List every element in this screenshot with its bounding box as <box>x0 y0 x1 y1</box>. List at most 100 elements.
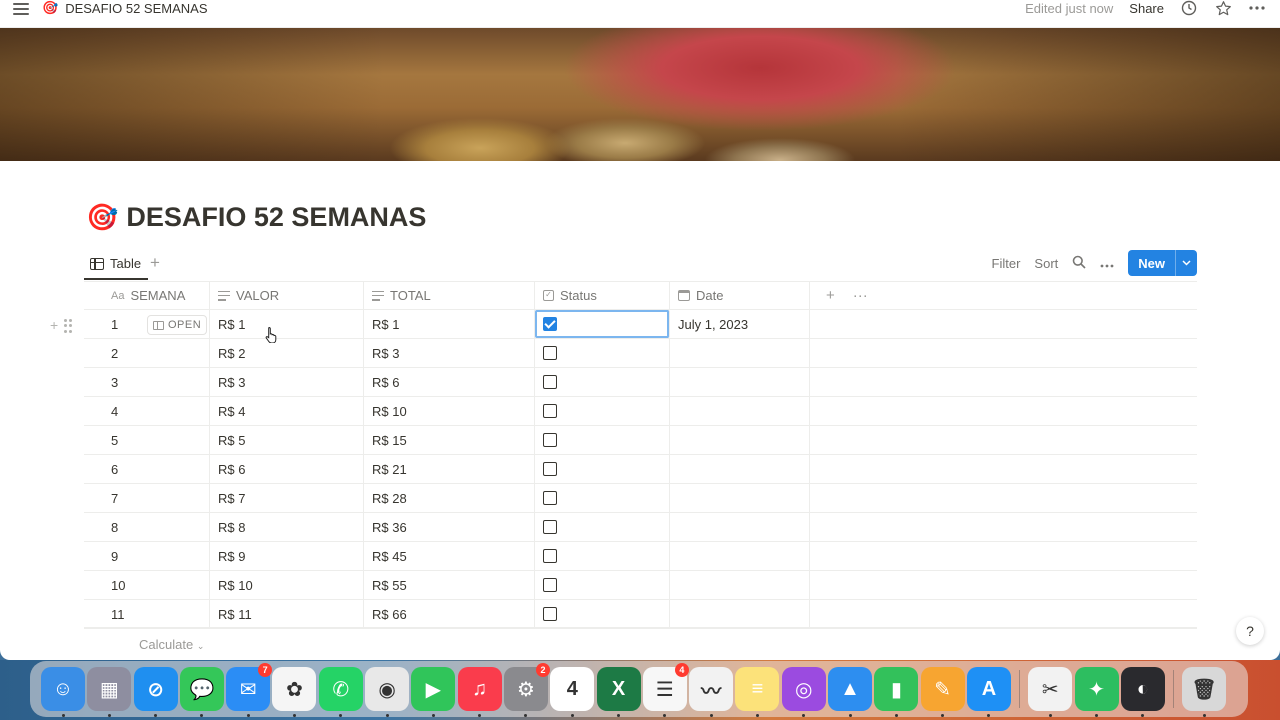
cell-valor[interactable]: R$ 5 <box>210 426 364 454</box>
cell-valor[interactable]: R$ 6 <box>210 455 364 483</box>
safari-app-icon[interactable]: ⊘ <box>133 667 178 717</box>
cell-status[interactable] <box>535 484 670 512</box>
cell-total[interactable]: R$ 21 <box>364 455 535 483</box>
mail-app-icon[interactable]: ✉ 7 <box>226 663 273 717</box>
messages-app-icon[interactable]: 💬 <box>179 667 224 717</box>
cell-total[interactable]: R$ 36 <box>364 513 535 541</box>
cell-valor[interactable]: R$ 2 <box>210 339 364 367</box>
chrome-app-icon[interactable]: ◉ <box>365 667 410 717</box>
page-title-text[interactable]: DESAFIO 52 SEMANAS <box>126 202 426 233</box>
cell-semana[interactable]: 9 <box>84 542 210 570</box>
notes-app-icon[interactable]: ≡ <box>735 667 780 717</box>
column-header-date[interactable]: Date <box>670 282 810 309</box>
tab-table[interactable]: Table <box>90 256 141 271</box>
search-icon[interactable] <box>1072 255 1086 272</box>
freeform-app-icon[interactable]: 〰 <box>689 667 734 717</box>
column-header-total[interactable]: TOTAL <box>364 282 535 309</box>
table-row[interactable]: 6 R$ 6 R$ 21 <box>84 455 1197 484</box>
calendar-app-icon[interactable]: 4 <box>550 667 595 717</box>
status-checkbox[interactable] <box>543 404 557 418</box>
cell-valor[interactable]: R$ 11 <box>210 600 364 628</box>
add-property-icon[interactable]: + <box>826 287 835 304</box>
cell-date[interactable] <box>670 600 810 628</box>
cell-total[interactable]: R$ 3 <box>364 339 535 367</box>
cell-status[interactable] <box>535 368 670 396</box>
whatsapp-app-icon[interactable]: ✆ <box>318 667 363 717</box>
status-checkbox[interactable] <box>543 578 557 592</box>
obs-app-icon[interactable]: ◐ <box>1120 667 1165 717</box>
favorite-star-icon[interactable] <box>1214 0 1232 17</box>
status-checkbox[interactable] <box>543 375 557 389</box>
add-view-icon[interactable]: + <box>150 253 160 273</box>
app-store-app-icon[interactable]: A <box>966 667 1011 717</box>
table-row[interactable]: 4 R$ 4 R$ 10 <box>84 397 1197 426</box>
cell-date[interactable] <box>670 455 810 483</box>
cell-valor[interactable]: R$ 1 <box>210 310 364 338</box>
cell-date[interactable] <box>670 542 810 570</box>
cell-status[interactable] <box>535 513 670 541</box>
cell-valor[interactable]: R$ 4 <box>210 397 364 425</box>
cell-total[interactable]: R$ 6 <box>364 368 535 396</box>
cell-date[interactable] <box>670 513 810 541</box>
status-checkbox[interactable] <box>543 491 557 505</box>
status-checkbox[interactable] <box>543 607 557 621</box>
menu-icon[interactable] <box>13 3 29 17</box>
cell-valor[interactable]: R$ 7 <box>210 484 364 512</box>
table-row[interactable]: 7 R$ 7 R$ 28 <box>84 484 1197 513</box>
row-handle[interactable]: + <box>50 317 73 333</box>
table-row[interactable]: 10 R$ 10 R$ 55 <box>84 571 1197 600</box>
cell-status[interactable] <box>535 310 670 338</box>
more-options-icon[interactable] <box>1248 0 1266 17</box>
history-icon[interactable] <box>1180 0 1198 17</box>
table-row[interactable]: 11 R$ 11 R$ 66 <box>84 600 1197 629</box>
filter-button[interactable]: Filter <box>992 256 1021 271</box>
cell-semana[interactable]: 7 <box>84 484 210 512</box>
cell-date[interactable] <box>670 484 810 512</box>
cell-total[interactable]: R$ 15 <box>364 426 535 454</box>
view-more-icon[interactable] <box>1100 256 1114 271</box>
numbers-app-icon[interactable]: ▮ <box>874 667 919 717</box>
cell-semana[interactable]: 2 <box>84 339 210 367</box>
column-header-valor[interactable]: VALOR <box>210 282 364 309</box>
sort-button[interactable]: Sort <box>1034 256 1058 271</box>
podcasts-app-icon[interactable]: ◎ <box>781 667 826 717</box>
cell-semana[interactable]: 1 OPEN <box>84 310 210 338</box>
launchpad-app-icon[interactable]: ▦ <box>87 667 132 717</box>
new-button[interactable]: New <box>1128 250 1197 276</box>
cell-valor[interactable]: R$ 8 <box>210 513 364 541</box>
table-row[interactable]: 2 R$ 2 R$ 3 <box>84 339 1197 368</box>
breadcrumb[interactable]: 🎯 DESAFIO 52 SEMANAS <box>42 0 208 16</box>
finder-app-icon[interactable]: ☺ <box>41 667 85 717</box>
cell-date[interactable] <box>670 368 810 396</box>
help-button[interactable]: ? <box>1236 617 1264 645</box>
table-row[interactable]: 8 R$ 8 R$ 36 <box>84 513 1197 542</box>
status-checkbox[interactable] <box>543 346 557 360</box>
cell-semana[interactable]: 10 <box>84 571 210 599</box>
facetime-app-icon[interactable]: ▶ <box>411 667 456 717</box>
cell-semana[interactable]: 11 <box>84 600 210 628</box>
calculate-button[interactable]: Calculate ⌄ <box>139 637 204 652</box>
cell-semana[interactable]: 6 <box>84 455 210 483</box>
cell-total[interactable]: R$ 55 <box>364 571 535 599</box>
cell-date[interactable] <box>670 426 810 454</box>
cell-status[interactable] <box>535 600 670 628</box>
evernote-app-icon[interactable]: ✦ <box>1074 667 1119 717</box>
music-app-icon[interactable]: ♫ <box>457 667 502 717</box>
cell-total[interactable]: R$ 45 <box>364 542 535 570</box>
cell-semana[interactable]: 5 <box>84 426 210 454</box>
system-settings-app-icon[interactable]: ⚙ 2 <box>503 663 550 717</box>
status-checkbox[interactable] <box>543 317 557 331</box>
trash-app-icon[interactable]: 🗑 <box>1182 667 1227 717</box>
cell-total[interactable]: R$ 28 <box>364 484 535 512</box>
column-header-semana[interactable]: Aa SEMANA <box>84 282 210 309</box>
table-row[interactable]: 9 R$ 9 R$ 45 <box>84 542 1197 571</box>
table-row[interactable]: 3 R$ 3 R$ 6 <box>84 368 1197 397</box>
cell-total[interactable]: R$ 66 <box>364 600 535 628</box>
cell-valor[interactable]: R$ 10 <box>210 571 364 599</box>
cell-status[interactable] <box>535 542 670 570</box>
cell-date[interactable] <box>670 339 810 367</box>
cell-total[interactable]: R$ 1 <box>364 310 535 338</box>
cell-status[interactable] <box>535 397 670 425</box>
cell-status[interactable] <box>535 339 670 367</box>
cell-valor[interactable]: R$ 9 <box>210 542 364 570</box>
